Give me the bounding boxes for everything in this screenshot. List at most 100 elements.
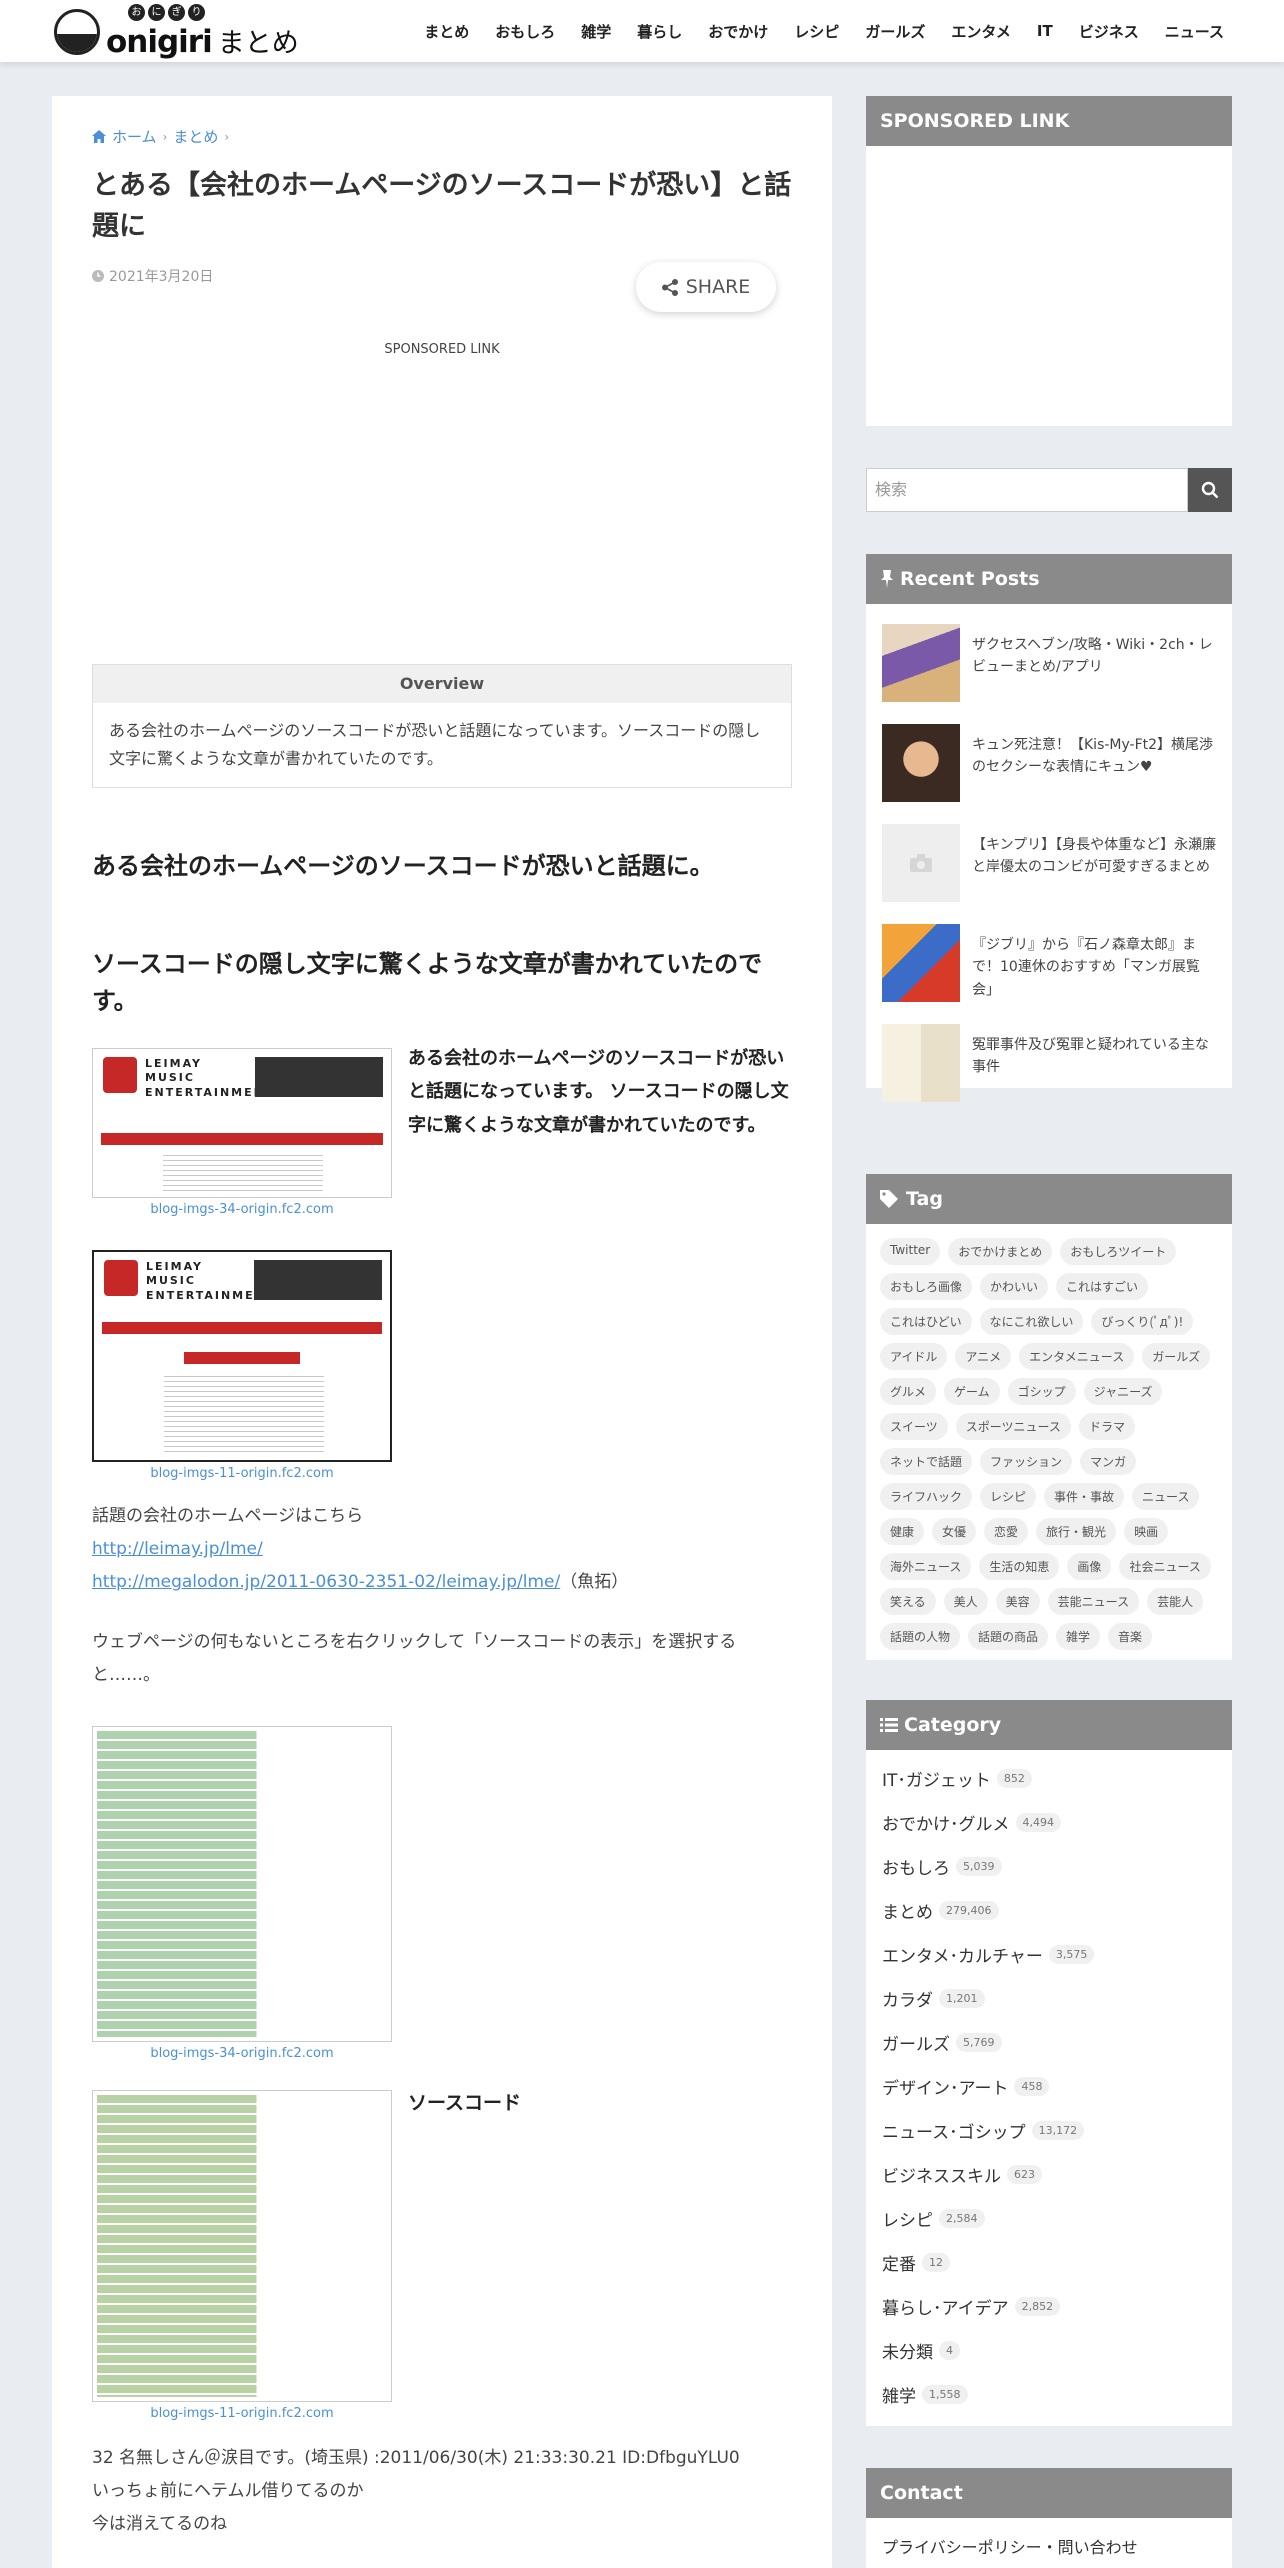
image-caption[interactable]: blog-imgs-11-origin.fc2.com: [92, 2406, 392, 2421]
tag-chip[interactable]: 画像: [1067, 1553, 1112, 1580]
tag-chip[interactable]: これはひどい: [880, 1308, 972, 1335]
recent-post-item[interactable]: 冤罪事件及び冤罪と疑われている主な事件: [882, 1024, 1222, 1104]
tag-chip[interactable]: 事件・事故: [1044, 1483, 1125, 1510]
sidebar-heading: Category: [866, 1700, 1232, 1750]
tag-chip[interactable]: レシピ: [980, 1483, 1037, 1510]
recent-post-item[interactable]: 『ジブリ』から『石ノ森章太郎』まで！10連休のおすすめ「マンガ展覧会」: [882, 924, 1222, 1004]
category-item[interactable]: おでかけ･グルメ 4,494: [882, 1810, 1061, 1835]
nav-item-odekake[interactable]: おでかけ: [708, 21, 768, 42]
image-caption[interactable]: blog-imgs-34-origin.fc2.com: [92, 1202, 392, 1217]
tag-chip[interactable]: 海外ニュース: [880, 1553, 972, 1580]
tag-chip[interactable]: 音楽: [1108, 1623, 1153, 1650]
category-item[interactable]: まとめ 279,406: [882, 1898, 999, 1923]
category-item[interactable]: ニュース･ゴシップ 13,172: [882, 2118, 1085, 2143]
image-caption[interactable]: blog-imgs-11-origin.fc2.com: [92, 1466, 392, 1481]
tag-chip[interactable]: かわいい: [980, 1273, 1049, 1300]
share-button[interactable]: SHARE: [636, 262, 776, 312]
nav-item-recipe[interactable]: レシピ: [794, 21, 839, 42]
tag-chip[interactable]: 芸能ニュース: [1047, 1588, 1140, 1615]
site-logo[interactable]: お に ぎ り onigiri まとめ: [54, 4, 299, 60]
category-item[interactable]: エンタメ･カルチャー 3,575: [882, 1942, 1095, 1967]
tag-chip[interactable]: 話題の人物: [880, 1623, 961, 1650]
tag-chip[interactable]: 映画: [1124, 1518, 1169, 1545]
tag-chip[interactable]: 恋愛: [984, 1518, 1029, 1545]
search-input[interactable]: 検索: [866, 468, 1188, 512]
tag-chip[interactable]: ライフハック: [880, 1483, 973, 1510]
tag-chip[interactable]: スイーツ: [880, 1413, 948, 1440]
tag-chip[interactable]: 旅行・観光: [1036, 1518, 1117, 1545]
tag-chip[interactable]: アニメ: [955, 1343, 1012, 1370]
tag-chip[interactable]: 笑える: [880, 1588, 936, 1615]
tag-chip[interactable]: スポーツニュース: [955, 1413, 1071, 1440]
nav-item-matome[interactable]: まとめ: [424, 21, 469, 42]
tag-chip[interactable]: 美人: [943, 1588, 988, 1615]
category-item[interactable]: IT･ガジェット 852: [882, 1766, 1032, 1791]
category-item[interactable]: 定番 12: [882, 2250, 950, 2275]
recent-post-item[interactable]: キュン死注意！【Kis-My-Ft2】横尾渉のセクシーな表情にキュン♥: [882, 724, 1222, 804]
category-item[interactable]: 未分類 4: [882, 2338, 960, 2363]
category-count: 5,769: [956, 2033, 1002, 2052]
tag-chip[interactable]: 生活の知恵: [979, 1553, 1060, 1580]
tag-chip[interactable]: びっくり(ﾟдﾟ)!: [1091, 1308, 1194, 1335]
tag-chip[interactable]: ゴシップ: [1007, 1378, 1076, 1405]
archive-link[interactable]: http://megalodon.jp/2011-0630-2351-02/le…: [92, 1572, 560, 1592]
category-item[interactable]: ビジネススキル 623: [882, 2162, 1042, 2187]
source-label: ソースコード: [408, 2092, 522, 2114]
tag-chip[interactable]: アイドル: [880, 1343, 948, 1370]
category-item[interactable]: 雑学 1,558: [882, 2382, 968, 2407]
sidebar-sponsored: SPONSORED LINK: [866, 96, 1232, 426]
breadcrumb-home[interactable]: ホーム: [112, 126, 157, 147]
site-screenshot-image[interactable]: LEIMAY MUSIC ENTERTAINMENT: [92, 1250, 392, 1462]
tag-chip[interactable]: 芸能人: [1147, 1588, 1204, 1615]
nav-item-it[interactable]: IT: [1037, 22, 1053, 40]
search-button[interactable]: [1188, 468, 1232, 512]
tag-chip[interactable]: エンタメニュース: [1019, 1343, 1135, 1370]
category-item[interactable]: カラダ 1,201: [882, 1986, 985, 2011]
tag-chip[interactable]: グルメ: [880, 1378, 937, 1405]
tag-chip[interactable]: 雑学: [1056, 1623, 1101, 1650]
tag-chip[interactable]: 女優: [932, 1518, 977, 1545]
nav-item-business[interactable]: ビジネス: [1079, 21, 1139, 42]
nav-item-girls[interactable]: ガールズ: [865, 21, 925, 42]
recent-post-item[interactable]: ザクセスヘブン/攻略・Wiki・2ch・レビューまとめ/アプリ: [882, 624, 1222, 704]
tag-chip[interactable]: おもしろ画像: [880, 1273, 973, 1300]
category-item[interactable]: デザイン･アート 458: [882, 2074, 1050, 2099]
category-item[interactable]: おもしろ 5,039: [882, 1854, 1002, 1879]
breadcrumb-matome[interactable]: まとめ: [173, 126, 218, 147]
tag-chip[interactable]: 健康: [880, 1518, 925, 1545]
tag-chip[interactable]: ネットで話題: [880, 1448, 973, 1475]
image-caption[interactable]: blog-imgs-34-origin.fc2.com: [92, 2046, 392, 2061]
category-item[interactable]: ガールズ 5,769: [882, 2030, 1002, 2055]
category-count: 623: [1007, 2165, 1042, 2184]
tag-chip[interactable]: ファッション: [980, 1448, 1073, 1475]
category-name: デザイン･アート: [882, 2079, 1009, 2099]
tag-chip[interactable]: なにこれ欲しい: [979, 1308, 1084, 1335]
tag-chip[interactable]: 美容: [995, 1588, 1040, 1615]
category-item[interactable]: 暮らし･アイデア 2,852: [882, 2294, 1061, 2319]
nav-item-omoshiro[interactable]: おもしろ: [495, 21, 555, 42]
tag-chip[interactable]: ジャニーズ: [1083, 1378, 1163, 1405]
nav-item-entame[interactable]: エンタメ: [951, 21, 1011, 42]
nav-item-news[interactable]: ニュース: [1165, 21, 1224, 42]
source-code-image[interactable]: [92, 2090, 392, 2402]
tag-chip[interactable]: ドラマ: [1078, 1413, 1135, 1440]
tag-chip[interactable]: これはすごい: [1056, 1273, 1149, 1300]
site-screenshot-image[interactable]: LEIMAY MUSIC ENTERTAINMENT: [92, 1048, 392, 1198]
recent-post-item[interactable]: 【キンプリ】【身長や体重など】永瀬廉と岸優太のコンビが可愛すぎるまとめ: [882, 824, 1222, 904]
breadcrumb-separator-icon: ›: [224, 129, 230, 144]
company-link[interactable]: http://leimay.jp/lme/: [92, 1539, 263, 1559]
tag-chip[interactable]: ガールズ: [1142, 1343, 1211, 1370]
tag-chip[interactable]: おでかけまとめ: [948, 1238, 1053, 1265]
source-code-image[interactable]: [92, 1726, 392, 2042]
tag-chip[interactable]: マンガ: [1080, 1448, 1137, 1475]
tag-chip[interactable]: Twitter: [880, 1238, 941, 1265]
tag-chip[interactable]: ニュース: [1132, 1483, 1200, 1510]
tag-chip[interactable]: 話題の商品: [968, 1623, 1049, 1650]
tag-chip[interactable]: 社会ニュース: [1119, 1553, 1211, 1580]
tag-chip[interactable]: ゲーム: [944, 1378, 1000, 1405]
nav-item-kurashi[interactable]: 暮らし: [637, 21, 682, 42]
tag-chip[interactable]: おもしろツイート: [1060, 1238, 1177, 1265]
contact-link[interactable]: プライバシーポリシー・問い合わせ: [866, 2518, 1232, 2568]
nav-item-zatsugaku[interactable]: 雑学: [581, 21, 611, 42]
category-item[interactable]: レシピ 2,584: [882, 2206, 985, 2231]
